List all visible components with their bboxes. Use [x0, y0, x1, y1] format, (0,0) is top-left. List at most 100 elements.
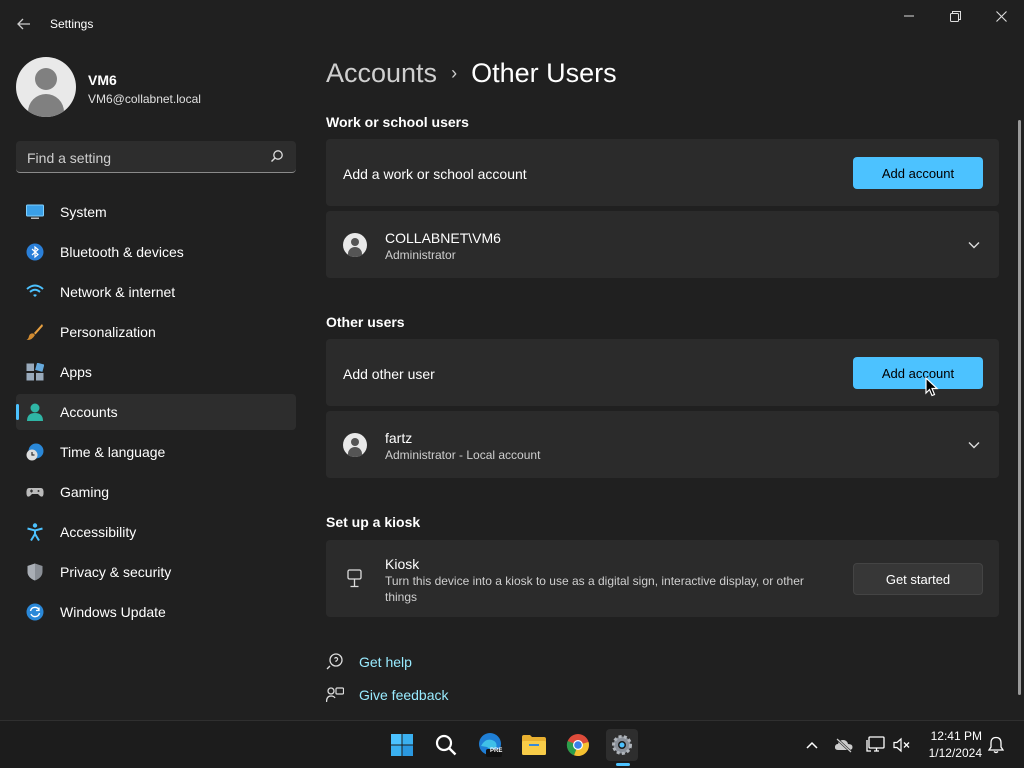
taskbar-search-button[interactable] [430, 729, 462, 761]
add-other-user-label: Add other user [343, 366, 435, 382]
add-other-user-account-button[interactable]: Add account [853, 357, 983, 389]
update-icon [26, 603, 44, 621]
sidebar-item-label: System [60, 204, 107, 220]
sidebar-item-accessibility[interactable]: Accessibility [16, 514, 296, 550]
restore-button[interactable] [932, 0, 978, 32]
search-placeholder: Find a setting [27, 150, 112, 166]
give-feedback-label: Give feedback [359, 687, 449, 703]
show-hidden-icons-button[interactable] [802, 735, 822, 755]
arrow-left-icon [17, 18, 30, 30]
restore-icon [949, 10, 961, 22]
sidebar-item-windows-update[interactable]: Windows Update [16, 594, 296, 630]
breadcrumb: Accounts › Other Users [326, 58, 617, 89]
other-user-role: Administrator - Local account [385, 448, 541, 462]
search-input[interactable]: Find a setting [16, 141, 296, 173]
add-work-school-account-button[interactable]: Add account [853, 157, 983, 189]
gamepad-icon [26, 488, 44, 497]
other-user-name: fartz [385, 430, 413, 446]
breadcrumb-separator: › [451, 63, 458, 83]
kiosk-icon [347, 569, 362, 588]
close-button[interactable] [978, 0, 1024, 32]
taskbar: PRE 12:41 PM 1/12/2024 [0, 720, 1024, 768]
section-title-kiosk: Set up a kiosk [326, 514, 421, 530]
volume-tray-button[interactable] [892, 735, 912, 755]
sidebar-item-time-language[interactable]: Time & language [16, 434, 296, 470]
avatar [16, 57, 76, 117]
person-icon [27, 403, 43, 421]
globe-clock-icon [26, 443, 44, 461]
clock-time[interactable]: 12:41 PM [914, 729, 982, 743]
chevron-down-icon[interactable] [967, 238, 981, 252]
edge-pre-badge: PRE [490, 748, 503, 754]
apps-icon [26, 363, 44, 381]
sidebar-item-accounts[interactable]: Accounts [16, 394, 296, 430]
work-user-card[interactable]: COLLABNET\VM6 Administrator [326, 211, 999, 278]
file-explorer-button[interactable] [518, 729, 550, 761]
chevron-up-icon [806, 741, 818, 749]
chrome-icon [566, 734, 589, 757]
minimize-button[interactable] [886, 0, 932, 32]
monitor-icon [26, 204, 44, 219]
section-title-other-users: Other users [326, 314, 405, 330]
clock-date[interactable]: 1/12/2024 [914, 746, 982, 760]
app-title: Settings [50, 17, 94, 31]
add-other-user-card: Add other user Add account [326, 339, 999, 406]
onedrive-tray-button[interactable] [834, 735, 854, 755]
shield-icon [27, 563, 43, 581]
feedback-icon [326, 687, 344, 703]
edge-preview-button[interactable]: PRE [474, 729, 506, 761]
profile-email: VM6@collabnet.local [88, 92, 201, 106]
back-button[interactable] [12, 12, 36, 36]
chevron-down-icon[interactable] [967, 438, 981, 452]
section-title-work-school: Work or school users [326, 114, 469, 130]
windows-logo-icon [391, 734, 413, 756]
minimize-icon [904, 15, 914, 17]
notifications-button[interactable] [986, 735, 1006, 755]
sidebar-item-label: Privacy & security [60, 564, 172, 580]
add-work-school-card: Add a work or school account Add account [326, 139, 999, 206]
scrollbar[interactable] [1018, 120, 1021, 695]
bluetooth-icon [26, 243, 44, 261]
kiosk-description: Turn this device into a kiosk to use as … [385, 574, 804, 588]
add-work-school-label: Add a work or school account [343, 166, 527, 182]
sidebar-item-network[interactable]: Network & internet [16, 274, 296, 310]
profile-name: VM6 [88, 72, 117, 88]
sidebar-item-label: Windows Update [60, 604, 166, 620]
bell-icon [988, 736, 1004, 754]
get-started-button[interactable]: Get started [853, 563, 983, 595]
edge-browser-icon [479, 733, 502, 757]
volume-muted-icon [893, 737, 910, 753]
start-button[interactable] [386, 729, 418, 761]
sidebar-item-label: Apps [60, 364, 92, 380]
sidebar-nav: System Bluetooth & devices Network & int… [16, 194, 296, 634]
sidebar-item-label: Bluetooth & devices [60, 244, 184, 260]
accessibility-icon [27, 523, 43, 541]
wifi-icon [26, 284, 44, 297]
sidebar-item-gaming[interactable]: Gaming [16, 474, 296, 510]
sidebar-item-bluetooth[interactable]: Bluetooth & devices [16, 234, 296, 270]
other-user-card[interactable]: fartz Administrator - Local account [326, 411, 999, 478]
kiosk-card: Kiosk Turn this device into a kiosk to u… [326, 540, 999, 617]
help-chat-icon [326, 653, 343, 670]
sidebar-item-label: Accessibility [60, 524, 137, 540]
sidebar-item-personalization[interactable]: Personalization [16, 314, 296, 350]
sidebar-item-privacy-security[interactable]: Privacy & security [16, 554, 296, 590]
get-help-label: Get help [359, 654, 412, 670]
mouse-cursor-icon [925, 377, 939, 397]
user-avatar [343, 433, 367, 457]
search-icon [271, 150, 283, 162]
sidebar-item-label: Gaming [60, 484, 110, 500]
gear-icon [612, 735, 632, 755]
chrome-button[interactable] [562, 729, 594, 761]
sidebar-item-label: Personalization [60, 324, 156, 340]
page-title: Other Users [471, 58, 617, 88]
work-user-name: COLLABNET\VM6 [385, 230, 501, 246]
cloud-offline-icon [834, 738, 853, 753]
breadcrumb-parent[interactable]: Accounts [326, 58, 437, 88]
sidebar-item-system[interactable]: System [16, 194, 296, 230]
sidebar-item-apps[interactable]: Apps [16, 354, 296, 390]
settings-app-button[interactable] [606, 729, 638, 761]
kiosk-description-cont: things [385, 590, 418, 604]
network-tray-button[interactable] [866, 735, 886, 755]
close-icon [995, 10, 1007, 22]
